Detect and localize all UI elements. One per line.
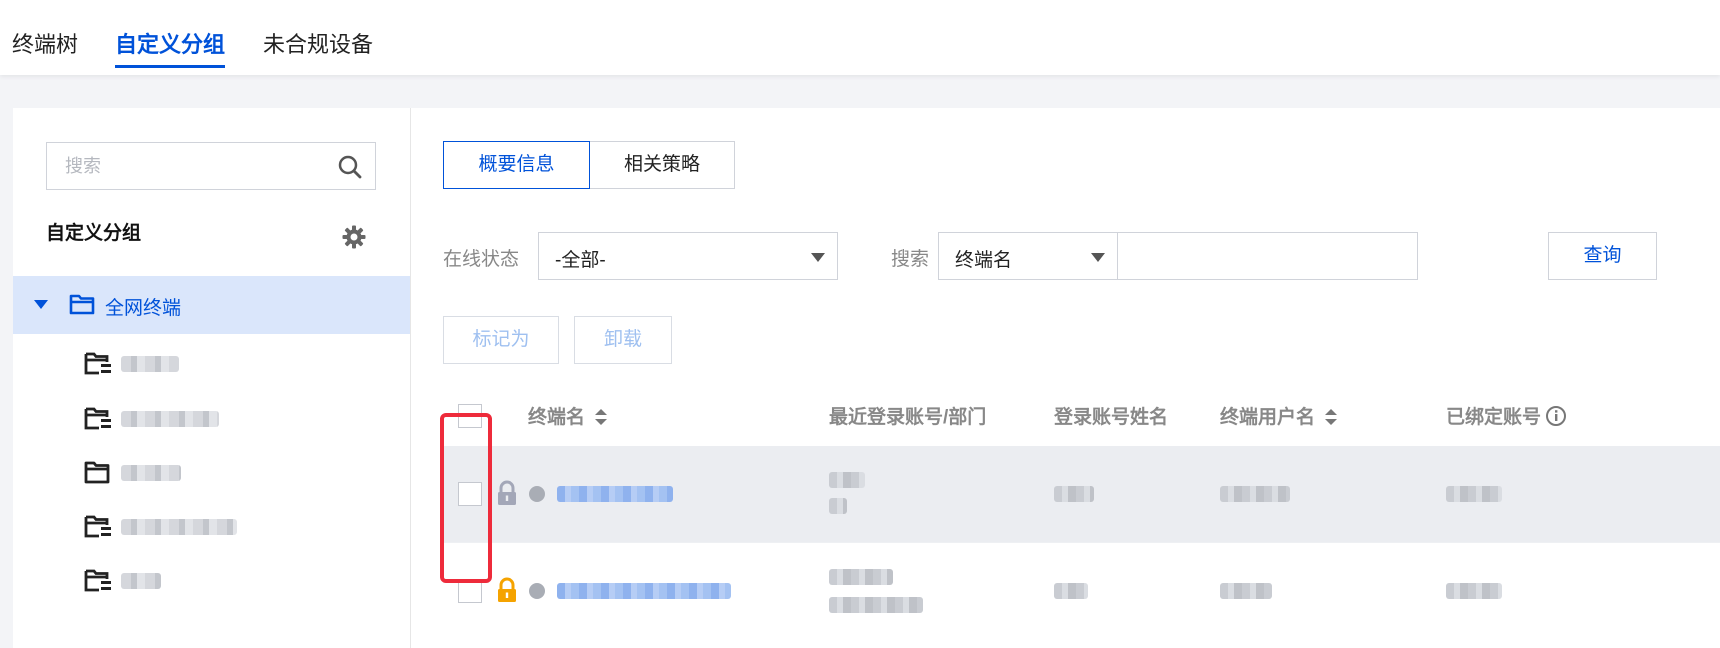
offline-status-dot xyxy=(529,486,545,502)
top-tab-bar: 终端树 自定义分组 未合规设备 xyxy=(0,0,1720,75)
sidebar-search-box xyxy=(46,142,376,190)
last-login-dept: ██████████ xyxy=(829,597,923,613)
sort-icon[interactable] xyxy=(595,409,608,425)
folder-open-icon xyxy=(69,294,95,315)
tree-root-all-terminals[interactable]: 全网终端 xyxy=(13,276,410,334)
shared-folder-icon xyxy=(84,515,111,538)
tree-item[interactable]: ██████ xyxy=(13,443,410,501)
search-field-select[interactable]: 终端名 xyxy=(938,232,1118,280)
tree-item[interactable]: ████████████ xyxy=(13,497,410,555)
terminal-username: ████████ xyxy=(1220,486,1290,502)
select-all-checkbox[interactable] xyxy=(458,404,482,428)
tab-custom-group[interactable]: 自定义分组 xyxy=(115,30,226,68)
tree-item-label: ████████████ xyxy=(121,519,237,535)
lock-icon xyxy=(498,577,516,602)
uninstall-button[interactable]: 卸载 xyxy=(574,316,672,364)
shared-folder-icon xyxy=(84,569,111,592)
column-header-label: 终端名 xyxy=(528,407,586,428)
terminal-name-link[interactable]: ██████████ xyxy=(557,486,673,502)
tree-root-label: 全网终端 xyxy=(105,298,182,319)
folder-icon xyxy=(84,461,110,484)
search-label: 搜索 xyxy=(891,249,930,270)
gear-icon[interactable] xyxy=(341,224,367,250)
info-icon[interactable] xyxy=(1545,405,1567,427)
tree-item-label: ██████ xyxy=(121,356,179,372)
terminal-name-link[interactable]: ████████████████ xyxy=(557,583,731,599)
last-login-account: ████ xyxy=(829,472,865,488)
tree-item[interactable]: ████ xyxy=(13,551,410,609)
last-login-dept: ██ xyxy=(829,498,847,514)
tree-item[interactable]: ██████ xyxy=(13,334,410,392)
row-checkbox[interactable] xyxy=(458,482,482,506)
bound-account: ██████ xyxy=(1446,486,1502,502)
column-header-terminal-user[interactable]: 终端用户名 xyxy=(1220,402,1338,429)
last-login-account: ███████ xyxy=(829,569,893,585)
tree-item-label: ████ xyxy=(121,573,161,589)
table-row[interactable]: ████████████████ ███████ ██████████ ████… xyxy=(443,542,1720,639)
search-text-input[interactable] xyxy=(1117,232,1418,280)
shared-folder-icon xyxy=(84,407,111,430)
row-checkbox[interactable] xyxy=(458,579,482,603)
group-section-title: 自定义分组 xyxy=(46,223,142,244)
tree-item-label: ██████ xyxy=(121,465,181,481)
sidebar: 自定义分组 全网终端 xyxy=(13,108,411,648)
column-header-bound-account: 已绑定账号 xyxy=(1446,402,1567,429)
search-field-value: 终端名 xyxy=(955,250,1013,271)
online-status-label: 在线状态 xyxy=(443,249,520,270)
offline-status-dot xyxy=(529,583,545,599)
online-status-value: -全部- xyxy=(555,250,606,271)
sort-icon[interactable] xyxy=(1325,409,1338,425)
tree-item[interactable]: ██████████ xyxy=(13,389,410,447)
search-icon[interactable] xyxy=(337,154,363,180)
table-row[interactable]: ██████████ ████ ██ ████ ████████ ██████ xyxy=(443,446,1720,542)
main-panel: 概要信息 相关策略 在线状态 -全部- 搜索 终端名 查询 标记为 卸载 终端名… xyxy=(411,108,1720,648)
tab-related-policies[interactable]: 相关策略 xyxy=(589,141,735,189)
terminal-username: ██████ xyxy=(1220,583,1272,599)
tree-item-label: ██████████ xyxy=(121,411,219,427)
online-status-select[interactable]: -全部- xyxy=(538,232,838,280)
chevron-down-icon xyxy=(811,253,825,262)
bound-account: ██████ xyxy=(1446,583,1502,599)
mark-as-button[interactable]: 标记为 xyxy=(443,316,559,364)
lock-icon xyxy=(498,480,516,505)
column-header-account-name: 登录账号姓名 xyxy=(1054,407,1169,428)
shared-folder-icon xyxy=(84,352,111,375)
column-header-terminal-name[interactable]: 终端名 xyxy=(528,402,608,429)
tab-noncompliant-devices[interactable]: 未合规设备 xyxy=(263,30,373,60)
chevron-down-icon xyxy=(1091,253,1105,262)
caret-down-icon[interactable] xyxy=(33,296,49,312)
sidebar-search-input[interactable] xyxy=(63,143,327,189)
account-real-name: ████ xyxy=(1054,583,1088,599)
column-header-last-login: 最近登录账号/部门 xyxy=(829,407,987,428)
tab-terminal-tree[interactable]: 终端树 xyxy=(12,30,78,60)
query-button[interactable]: 查询 xyxy=(1548,232,1657,280)
account-real-name: ████ xyxy=(1054,486,1094,502)
column-header-label: 终端用户名 xyxy=(1220,407,1316,428)
column-header-label: 已绑定账号 xyxy=(1446,407,1542,428)
tab-overview[interactable]: 概要信息 xyxy=(443,141,590,189)
